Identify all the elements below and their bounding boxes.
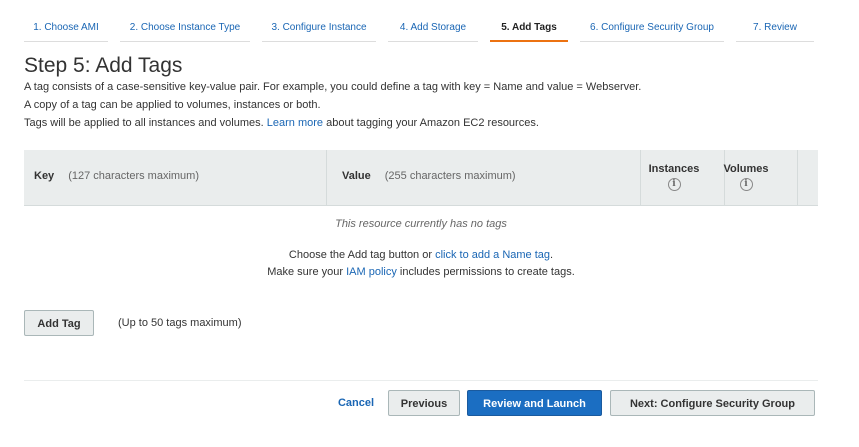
instances-header-label: Instances	[648, 163, 700, 175]
volumes-column-header: Volumes i	[716, 162, 776, 191]
description-line-2: A copy of a tag can be applied to volume…	[24, 99, 321, 111]
tab-choose-ami[interactable]: 1. Choose AMI	[24, 14, 108, 42]
tab-add-tags[interactable]: 5. Add Tags	[490, 14, 568, 42]
value-header-label: Value	[342, 170, 371, 182]
cancel-button[interactable]: Cancel	[330, 390, 382, 416]
description-text: about tagging your Amazon EC2 resources.	[326, 117, 539, 129]
learn-more-link[interactable]: Learn more	[267, 117, 323, 129]
next-configure-security-group-button[interactable]: Next: Configure Security Group	[610, 390, 815, 416]
previous-button[interactable]: Previous	[388, 390, 460, 416]
key-header-label: Key	[34, 170, 55, 182]
tab-add-storage[interactable]: 4. Add Storage	[388, 14, 478, 42]
tab-configure-security-group[interactable]: 6. Configure Security Group	[580, 14, 724, 42]
column-divider	[326, 150, 327, 205]
no-tags-message: This resource currently has no tags	[335, 218, 507, 230]
info-icon[interactable]: i	[667, 178, 681, 191]
info-icon[interactable]: i	[739, 178, 753, 191]
tags-table-header: Key (127 characters maximum) Value (255 ch…	[24, 150, 818, 206]
column-divider	[797, 150, 798, 205]
tab-choose-instance-type[interactable]: 2. Choose Instance Type	[120, 14, 250, 42]
volumes-header-label: Volumes	[723, 163, 769, 175]
hint-text: .	[550, 249, 554, 261]
review-and-launch-button[interactable]: Review and Launch	[467, 390, 602, 416]
iam-hint: Make sure your IAM policy includes permi…	[24, 266, 818, 278]
tab-configure-instance[interactable]: 3. Configure Instance	[262, 14, 376, 42]
add-tag-hint: Choose the Add tag button or click to ad…	[24, 249, 818, 261]
description-text: Tags will be applied to all instances an…	[24, 117, 264, 129]
hint-text: Choose the Add tag button or	[288, 249, 433, 261]
value-header-hint: (255 characters maximum)	[384, 170, 516, 182]
footer-divider	[24, 380, 818, 381]
add-tag-button[interactable]: Add Tag	[24, 310, 94, 336]
hint-text: Make sure your	[267, 266, 344, 278]
hint-text: includes permissions to create tags.	[399, 266, 575, 278]
iam-policy-link[interactable]: IAM policy	[346, 266, 397, 278]
key-column-header: Key (127 characters maximum)	[34, 170, 199, 182]
page-title: Step 5: Add Tags	[24, 54, 183, 77]
description-line-1: A tag consists of a case-sensitive key-v…	[24, 81, 642, 93]
add-name-tag-link[interactable]: click to add a Name tag	[435, 249, 550, 261]
instances-column-header: Instances i	[634, 162, 714, 191]
add-tag-limit-hint: (Up to 50 tags maximum)	[118, 317, 242, 329]
wizard-step-nav: 1. Choose AMI 2. Choose Instance Type 3.…	[24, 14, 814, 42]
value-column-header: Value (255 characters maximum)	[342, 170, 516, 182]
description-line-3: Tags will be applied to all instances an…	[24, 116, 539, 130]
tab-review[interactable]: 7. Review	[736, 14, 814, 42]
key-header-hint: (127 characters maximum)	[68, 170, 200, 182]
